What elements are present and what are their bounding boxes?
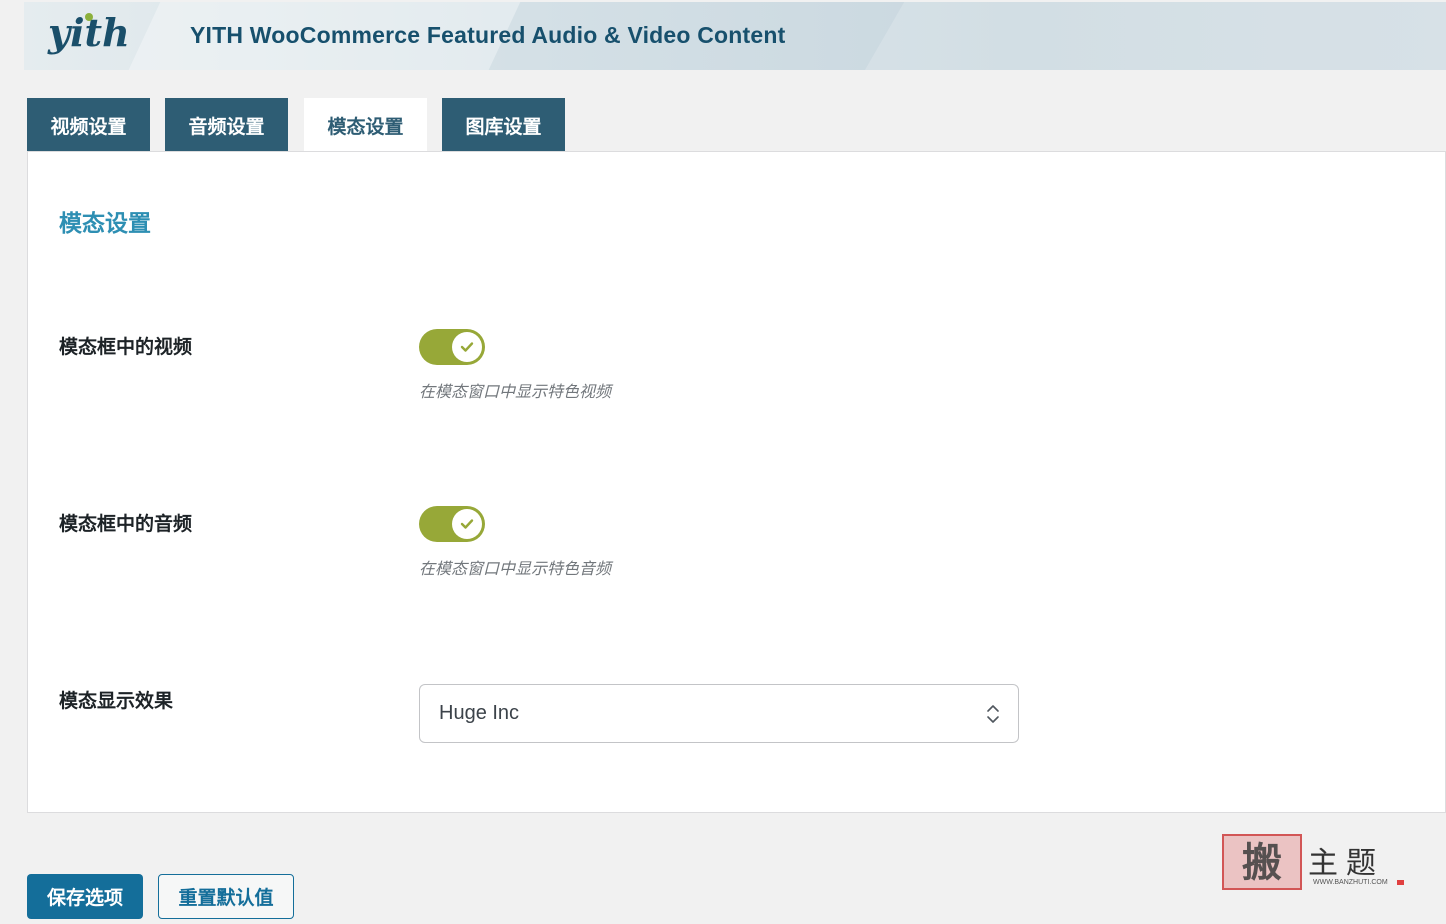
video-in-modal-label: 模态框中的视频	[59, 336, 193, 358]
audio-in-modal-description: 在模态窗口中显示特色音频	[419, 559, 612, 578]
audio-in-modal-label: 模态框中的音频	[59, 513, 193, 535]
yith-logo: yith	[47, 10, 130, 55]
modal-effect-select[interactable]: Huge Inc	[419, 684, 1019, 743]
modal-effect-value: Huge Inc	[439, 702, 520, 724]
watermark-dot	[1397, 880, 1404, 885]
audio-in-modal-toggle[interactable]	[419, 506, 485, 542]
watermark-text: 主题	[1308, 846, 1384, 881]
check-icon	[460, 519, 474, 529]
watermark-url: WWW.BANZHUTI.COM	[1313, 879, 1388, 886]
reset-defaults-button[interactable]: 重置默认值	[158, 874, 294, 919]
video-in-modal-description: 在模态窗口中显示特色视频	[419, 382, 612, 401]
section-title: 模态设置	[59, 211, 151, 237]
watermark: 搬 主题 WWW.BANZHUTI.COM	[1222, 834, 1407, 892]
tab-video-settings[interactable]: 视频设置	[27, 98, 150, 152]
toggle-knob	[452, 509, 482, 539]
video-in-modal-toggle[interactable]	[419, 329, 485, 365]
check-icon	[460, 342, 474, 352]
plugin-header: yith YITH WooCommerce Featured Audio & V…	[24, 2, 1446, 70]
toggle-knob	[452, 332, 482, 362]
save-options-button[interactable]: 保存选项	[27, 874, 143, 919]
select-arrows-icon	[987, 705, 999, 723]
watermark-stamp: 搬	[1222, 834, 1302, 890]
settings-panel: 模态设置 模态框中的视频 在模态窗口中显示特色视频 模态框中的音频 在模态窗口中…	[27, 151, 1446, 813]
tab-modal-settings[interactable]: 模态设置	[304, 98, 427, 153]
header-decoration	[846, 2, 1446, 70]
tab-gallery-settings[interactable]: 图库设置	[442, 98, 565, 152]
modal-effect-label: 模态显示效果	[59, 690, 174, 712]
plugin-title: YITH WooCommerce Featured Audio & Video …	[190, 22, 786, 48]
tab-audio-settings[interactable]: 音频设置	[165, 98, 288, 152]
